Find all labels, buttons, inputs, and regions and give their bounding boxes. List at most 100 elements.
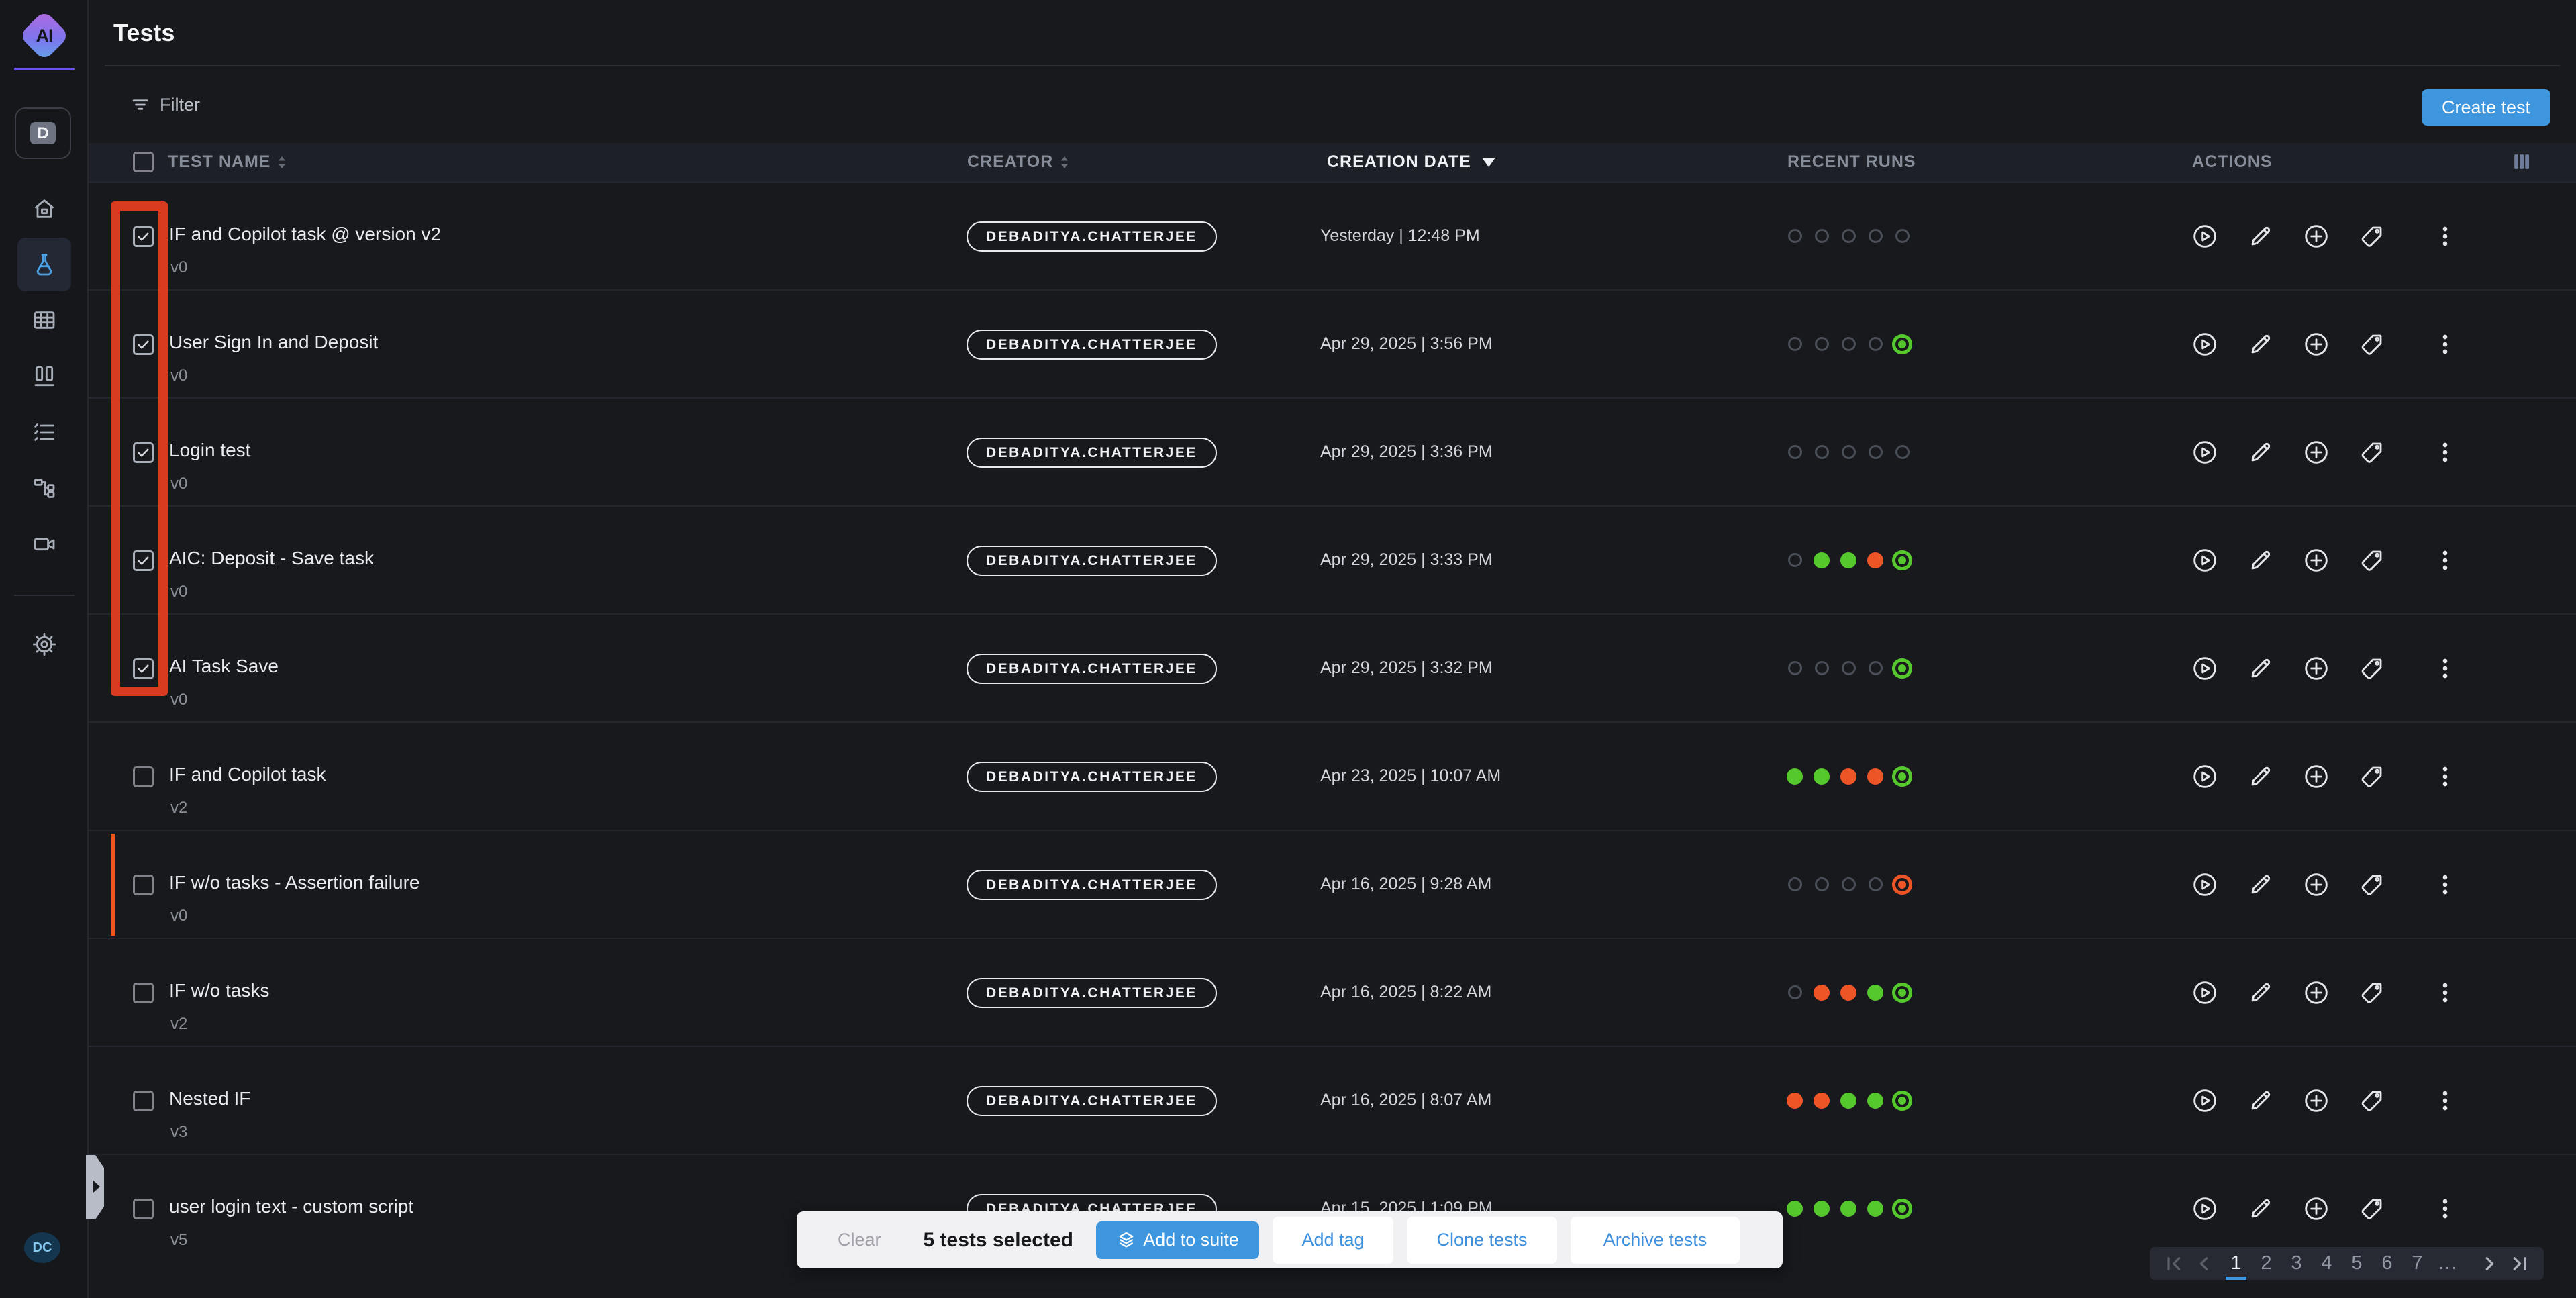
row-checkbox[interactable] <box>133 226 154 247</box>
run-status-dot[interactable] <box>1835 331 1862 358</box>
more-actions-button[interactable] <box>2430 654 2460 683</box>
sidebar-item-home[interactable] <box>28 193 60 225</box>
edit-test-button[interactable] <box>2246 870 2275 899</box>
test-name[interactable]: IF and Copilot task <box>169 764 326 785</box>
run-status-dot[interactable] <box>1862 331 1889 358</box>
row-checkbox[interactable] <box>133 983 154 1003</box>
run-status-dot[interactable] <box>1808 331 1835 358</box>
filter-button[interactable]: Filter <box>129 90 200 119</box>
tag-test-button[interactable] <box>2357 330 2387 359</box>
page-7[interactable]: 7 <box>2407 1247 2428 1280</box>
archive-tests-button[interactable]: Archive tests <box>1571 1217 1740 1264</box>
add-to-suite-button[interactable] <box>2301 221 2331 251</box>
run-status-dot[interactable] <box>1889 331 1916 358</box>
run-status-dot[interactable] <box>1835 547 1862 574</box>
run-status-dot[interactable] <box>1781 439 1808 466</box>
page-4[interactable]: 4 <box>2316 1247 2337 1280</box>
run-test-button[interactable] <box>2190 1086 2220 1115</box>
run-status-dot[interactable] <box>1862 979 1889 1006</box>
edit-test-button[interactable] <box>2246 762 2275 791</box>
row-checkbox[interactable] <box>133 875 154 895</box>
tag-test-button[interactable] <box>2357 762 2387 791</box>
tag-test-button[interactable] <box>2357 546 2387 575</box>
row-checkbox[interactable] <box>133 766 154 787</box>
tag-test-button[interactable] <box>2357 221 2387 251</box>
column-creation-date[interactable]: CREATION DATE <box>1327 143 1495 181</box>
test-name[interactable]: IF and Copilot task @ version v2 <box>169 223 441 245</box>
test-name[interactable]: AIC: Deposit - Save task <box>169 548 374 569</box>
run-status-dot[interactable] <box>1808 871 1835 898</box>
run-status-dot[interactable] <box>1835 979 1862 1006</box>
more-actions-button[interactable] <box>2430 1086 2460 1115</box>
more-actions-button[interactable] <box>2430 1194 2460 1224</box>
run-status-dot[interactable] <box>1835 1087 1862 1114</box>
run-test-button[interactable] <box>2190 546 2220 575</box>
tag-test-button[interactable] <box>2357 1086 2387 1115</box>
test-name[interactable]: IF w/o tasks - Assertion failure <box>169 872 419 893</box>
user-avatar[interactable]: DC <box>24 1232 60 1263</box>
run-status-dot[interactable] <box>1835 871 1862 898</box>
row-checkbox[interactable] <box>133 658 154 679</box>
edit-test-button[interactable] <box>2246 330 2275 359</box>
edit-test-button[interactable] <box>2246 546 2275 575</box>
row-checkbox[interactable] <box>133 334 154 355</box>
run-status-dot[interactable] <box>1889 439 1916 466</box>
run-test-button[interactable] <box>2190 438 2220 467</box>
more-actions-button[interactable] <box>2430 978 2460 1007</box>
run-status-dot[interactable] <box>1862 1195 1889 1222</box>
run-status-dot[interactable] <box>1862 763 1889 790</box>
test-name[interactable]: Login test <box>169 440 250 461</box>
column-settings-icon[interactable] <box>2512 153 2531 174</box>
sidebar-item-settings[interactable] <box>28 628 60 660</box>
test-name[interactable]: user login text - custom script <box>169 1196 413 1217</box>
run-status-dot[interactable] <box>1862 655 1889 682</box>
clone-tests-button[interactable]: Clone tests <box>1407 1217 1557 1264</box>
run-status-dot[interactable] <box>1781 547 1808 574</box>
row-checkbox[interactable] <box>133 1091 154 1111</box>
add-to-suite-button[interactable] <box>2301 654 2331 683</box>
sidebar-item-data-tables[interactable] <box>28 304 60 336</box>
add-to-suite-button[interactable] <box>2301 978 2331 1007</box>
sidebar-expand-handle[interactable] <box>86 1155 104 1219</box>
more-actions-button[interactable] <box>2430 330 2460 359</box>
run-status-dot[interactable] <box>1808 439 1835 466</box>
tag-test-button[interactable] <box>2357 1194 2387 1224</box>
run-status-dot[interactable] <box>1781 1087 1808 1114</box>
more-actions-button[interactable] <box>2430 438 2460 467</box>
run-test-button[interactable] <box>2190 978 2220 1007</box>
run-status-dot[interactable] <box>1781 1195 1808 1222</box>
add-to-suite-button[interactable] <box>2301 546 2331 575</box>
add-tag-button[interactable]: Add tag <box>1273 1217 1393 1264</box>
run-test-button[interactable] <box>2190 330 2220 359</box>
create-test-button[interactable]: Create test <box>2422 89 2550 126</box>
more-actions-button[interactable] <box>2430 762 2460 791</box>
edit-test-button[interactable] <box>2246 1194 2275 1224</box>
run-status-dot[interactable] <box>1835 439 1862 466</box>
run-test-button[interactable] <box>2190 870 2220 899</box>
sidebar-item-workflows[interactable] <box>28 472 60 504</box>
test-name[interactable]: Nested IF <box>169 1088 250 1109</box>
run-status-dot[interactable] <box>1889 871 1916 898</box>
column-creator[interactable]: CREATOR <box>967 143 1069 181</box>
add-to-suite-button[interactable] <box>2301 1086 2331 1115</box>
edit-test-button[interactable] <box>2246 978 2275 1007</box>
add-to-suite-button[interactable] <box>2301 330 2331 359</box>
run-status-dot[interactable] <box>1889 1087 1916 1114</box>
run-status-dot[interactable] <box>1862 223 1889 250</box>
edit-test-button[interactable] <box>2246 1086 2275 1115</box>
run-status-dot[interactable] <box>1862 871 1889 898</box>
run-status-dot[interactable] <box>1808 979 1835 1006</box>
row-checkbox[interactable] <box>133 442 154 463</box>
page-5[interactable]: 5 <box>2346 1247 2367 1280</box>
prev-page-button[interactable] <box>2194 1254 2214 1274</box>
page-2[interactable]: 2 <box>2256 1247 2277 1280</box>
app-logo[interactable]: AI <box>18 9 70 62</box>
run-status-dot[interactable] <box>1808 1195 1835 1222</box>
run-test-button[interactable] <box>2190 221 2220 251</box>
run-status-dot[interactable] <box>1781 223 1808 250</box>
run-status-dot[interactable] <box>1808 547 1835 574</box>
add-to-suite-button[interactable] <box>2301 870 2331 899</box>
page-3[interactable]: 3 <box>2286 1247 2307 1280</box>
first-page-button[interactable] <box>2165 1254 2185 1274</box>
run-status-dot[interactable] <box>1889 1195 1916 1222</box>
